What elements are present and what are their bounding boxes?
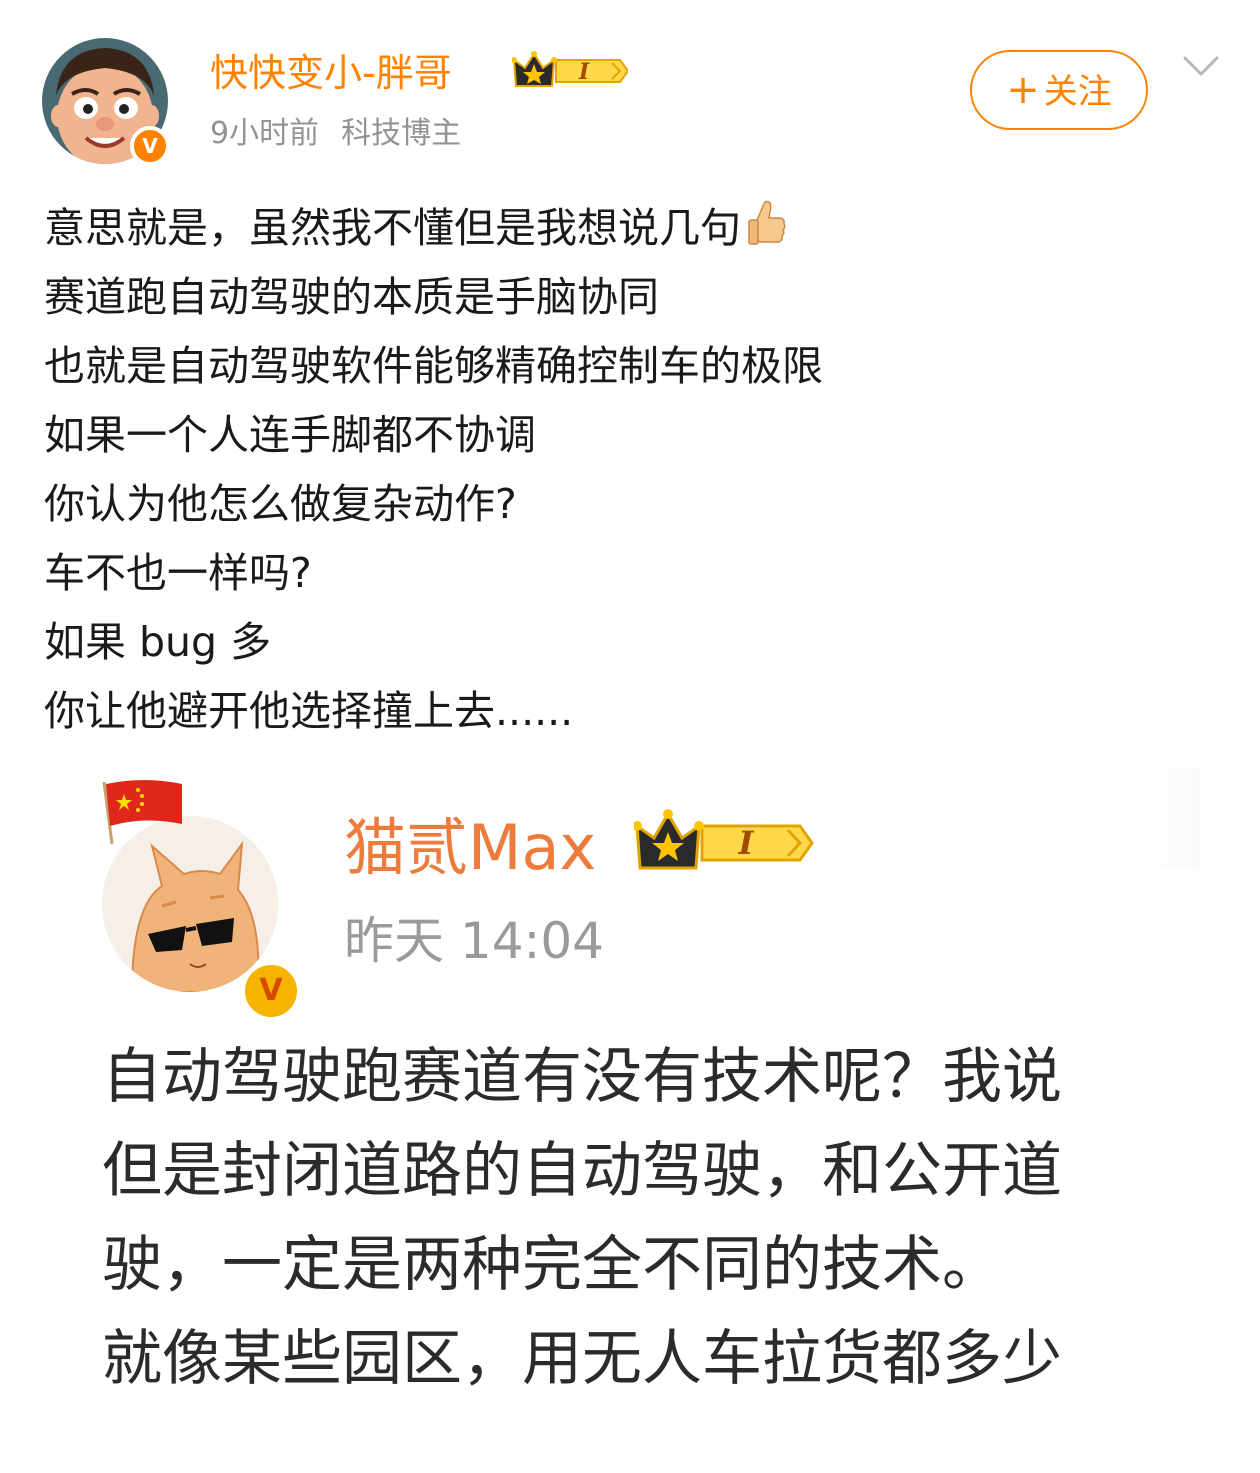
quoted-line: 就像某些园区，用无人车拉货都多少 bbox=[102, 1324, 1062, 1394]
chevron-down-icon[interactable] bbox=[1182, 52, 1220, 82]
author-name[interactable]: 快快变小-胖哥 bbox=[210, 48, 452, 98]
post-text: 意思就是，虽然我不懂但是我想说几句 赛道跑自动驾驶的本质是手脑协同 也就是自动驾… bbox=[44, 194, 1224, 746]
quoted-line: 驶，一定是两种完全不同的技术。 bbox=[102, 1230, 1002, 1300]
post-line: 如果一个人连手脚都不协调 bbox=[44, 411, 536, 459]
follow-button[interactable]: + 关注 bbox=[970, 50, 1148, 130]
quoted-line: 但是封闭道路的自动驾驶，和公开道 bbox=[102, 1136, 1062, 1206]
quoted-post-time: 昨天 14:04 bbox=[344, 912, 604, 970]
quoted-line: 自动驾驶跑赛道有没有技术呢？我说 bbox=[102, 1042, 1062, 1112]
thumbs-up-icon bbox=[748, 200, 786, 245]
post-line: 你让他避开他选择撞上去...... bbox=[44, 687, 574, 735]
post-meta: 9小时前 科技博主 bbox=[210, 112, 461, 156]
quoted-author-name: 猫贰Max bbox=[344, 811, 597, 884]
author-level-text: I bbox=[578, 59, 590, 85]
post-line: 赛道跑自动驾驶的本质是手脑协同 bbox=[44, 273, 659, 321]
post-line: 车不也一样吗? bbox=[44, 549, 312, 597]
verified-v-icon: V bbox=[130, 126, 170, 166]
crown-level-badge-icon: I bbox=[512, 51, 628, 87]
follow-label: 关注 bbox=[1043, 72, 1112, 112]
plus-icon: + bbox=[1006, 67, 1040, 113]
verified-v-icon: V bbox=[240, 960, 302, 1022]
china-flag-icon bbox=[102, 780, 182, 845]
post-line-text: 意思就是，虽然我不懂但是我想说几句 bbox=[44, 204, 741, 252]
author-avatar[interactable]: V bbox=[42, 38, 170, 166]
crown-level-badge-icon: I bbox=[634, 809, 814, 870]
post-line: 你认为他怎么做复杂动作? bbox=[44, 480, 517, 528]
post-line: 如果 bug 多 bbox=[44, 618, 272, 666]
post-time: 9小时前 bbox=[210, 116, 320, 151]
post-line: 也就是自动驾驶软件能够精确控制车的极限 bbox=[44, 342, 823, 390]
post-line: 意思就是，虽然我不懂但是我想说几句 bbox=[44, 194, 1224, 263]
quoted-post-text: 自动驾驶跑赛道有没有技术呢？我说 但是封闭道路的自动驾驶，和公开道 驶，一定是两… bbox=[102, 1030, 1200, 1406]
quoted-post-image[interactable]: V 猫贰Max I 昨天 14:04 自动驾驶跑赛道有没有技术呢？我说 但是封闭… bbox=[88, 768, 1200, 1408]
weibo-post: V 快快变小-胖哥 I 9小时前 科技博主 + 关注 意思就是，虽然我不懂但是我想说… bbox=[0, 0, 1260, 1473]
author-tag: 科技博主 bbox=[341, 116, 462, 151]
quoted-level-text: I bbox=[738, 824, 755, 862]
image-edge-fade bbox=[1140, 768, 1200, 868]
